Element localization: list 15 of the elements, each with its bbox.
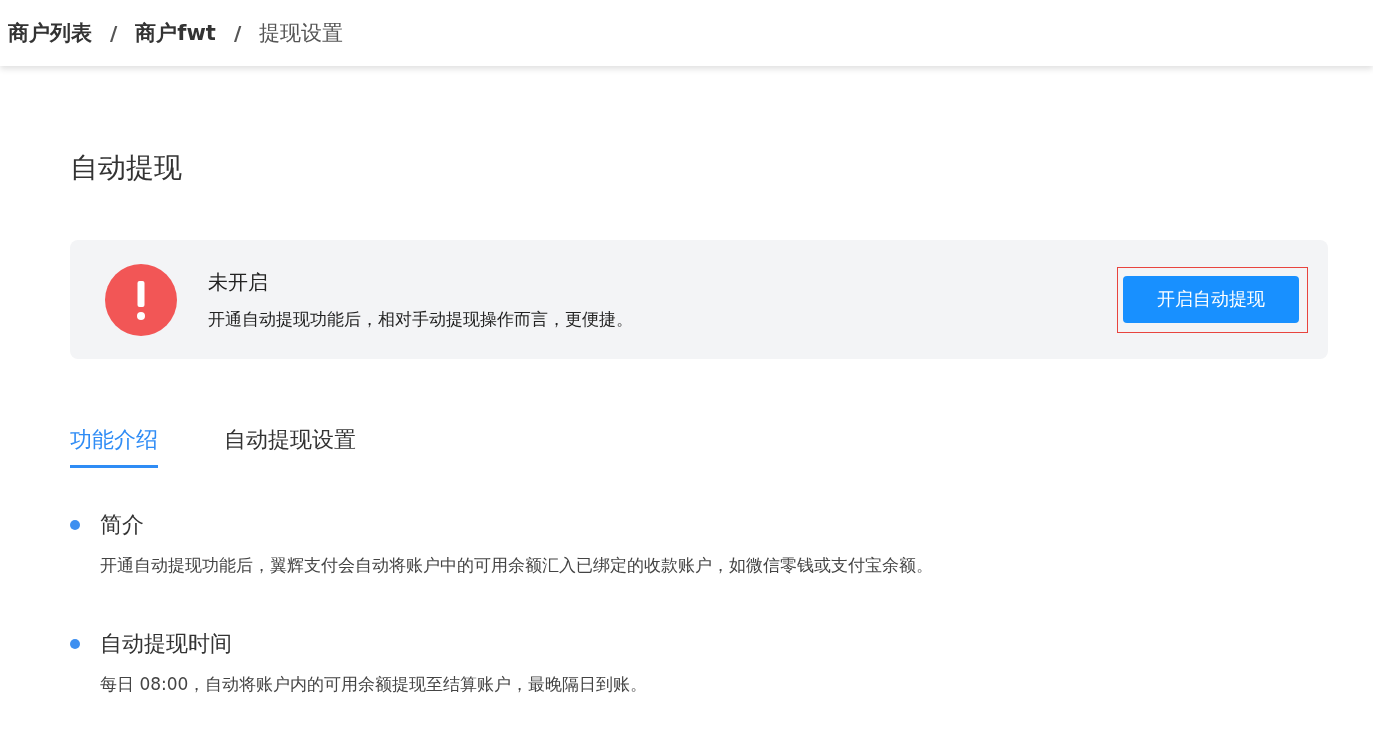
alert-title: 未开启	[208, 268, 269, 296]
section-title: 简介	[100, 511, 144, 539]
breadcrumb-item[interactable]: 商户列表	[8, 19, 92, 47]
tab[interactable]: 自动提现设置	[224, 425, 356, 468]
section-title: 自动提现时间	[100, 630, 232, 658]
section-description: 每日 08:00，自动将账户内的可用余额提现至结算账户，最晚隔日到账。	[100, 673, 649, 696]
breadcrumb-item: 提现设置	[259, 20, 344, 47]
breadcrumb-separator: /	[110, 21, 118, 45]
breadcrumb-separator: /	[233, 21, 242, 45]
bullet-dot	[70, 520, 80, 530]
alert-description: 开通自动提现功能后，相对手动提现操作而言，更便捷。	[208, 307, 634, 331]
section-description: 开通自动提现功能后，翼辉支付会自动将账户中的可用余额汇入已绑定的收款账户，如微信零钱或支付宝余额。	[100, 554, 934, 577]
breadcrumb-item[interactable]: 商户fwt	[135, 19, 216, 47]
page-title: 自动提现	[70, 150, 183, 186]
bullet-dot	[70, 639, 80, 649]
